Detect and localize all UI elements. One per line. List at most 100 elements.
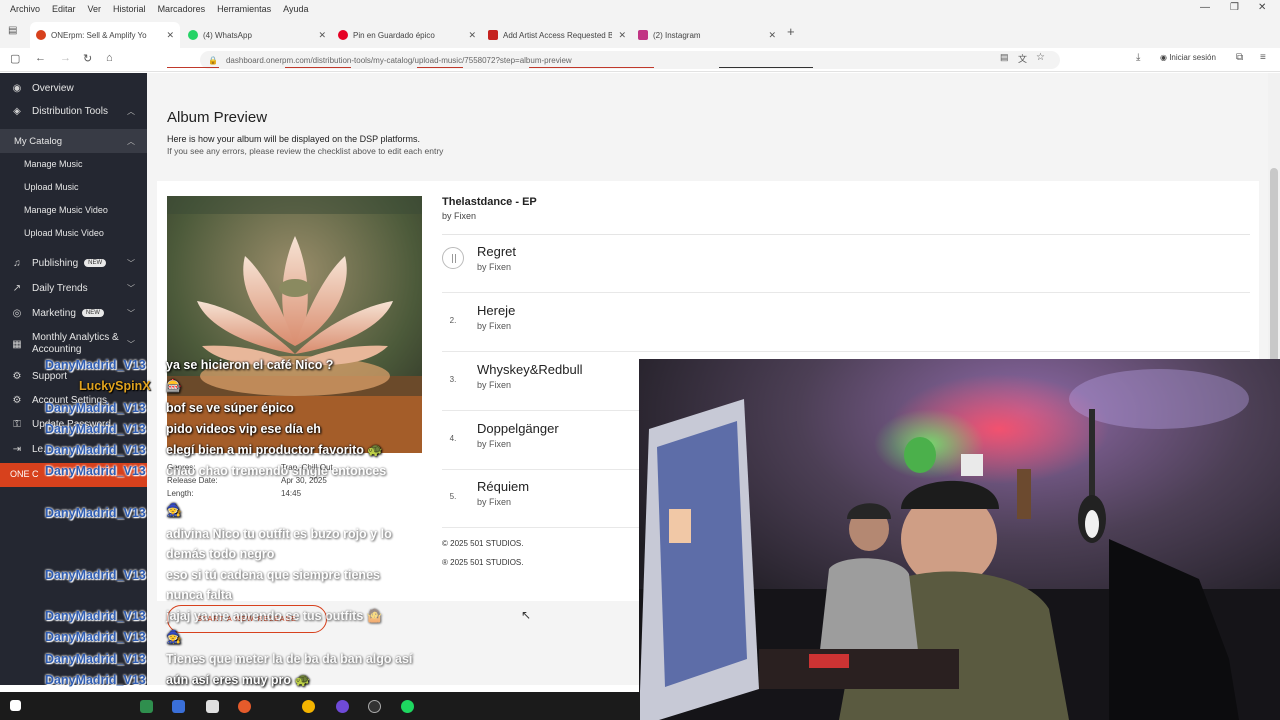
- checklist-link[interactable]: [417, 67, 463, 68]
- taskbar-app-icon[interactable]: [336, 700, 349, 713]
- sidebar-item-monthly-analytics[interactable]: ▦ Monthly Analytics & Accounting ﹀: [0, 330, 147, 358]
- sidebar-item-account-settings[interactable]: ⚙ Account Settings: [0, 391, 147, 409]
- extensions-icon[interactable]: ⧉: [1236, 52, 1243, 63]
- new-badge: NEW: [81, 309, 104, 317]
- album-title: Thelastdance - EP: [442, 196, 537, 208]
- close-tab-icon[interactable]: ✕: [768, 30, 776, 41]
- sidebar-toggle-icon[interactable]: ▢: [10, 52, 20, 65]
- chevron-down-icon: ﹀: [127, 339, 135, 349]
- checklist-link[interactable]: [167, 67, 219, 68]
- track-artist: by Fixen: [477, 439, 512, 449]
- lock-icon[interactable]: 🔒: [208, 56, 218, 65]
- taskbar-app-icon[interactable]: [140, 700, 153, 713]
- menu-tools[interactable]: Herramientas: [217, 4, 271, 14]
- chevron-down-icon: ﹀: [127, 308, 135, 318]
- close-window-icon[interactable]: ✕: [1258, 2, 1266, 13]
- translate-icon[interactable]: 文: [1018, 52, 1027, 65]
- webcam-overlay: [639, 359, 1280, 720]
- sidebar-item-label: Distribution Tools: [32, 105, 108, 117]
- onerpm-favicon-icon: [36, 30, 46, 40]
- sidebar-item-label: Account Settings: [32, 394, 108, 406]
- track-artist: by Fixen: [477, 380, 512, 390]
- firefox-icon[interactable]: [238, 700, 251, 713]
- key-icon: ⚿: [13, 418, 21, 430]
- reader-icon[interactable]: ▤: [1000, 52, 1009, 63]
- menu-help[interactable]: Ayuda: [283, 4, 308, 14]
- windows-start-icon[interactable]: [10, 700, 21, 711]
- distribution-icon: ◈: [13, 105, 21, 117]
- track-name: Réquiem: [477, 479, 530, 494]
- maximize-icon[interactable]: ❐: [1230, 2, 1239, 13]
- dashboard-icon: ◉: [12, 82, 22, 94]
- publishing-icon: ♫: [13, 257, 21, 269]
- start-new-release-button[interactable]: START A NEW RELEASE: [167, 605, 327, 633]
- menu-bookmarks[interactable]: Marcadores: [158, 4, 206, 14]
- track-row[interactable]: 2. Hereje by Fixen: [442, 294, 1250, 352]
- minimize-icon[interactable]: —: [1200, 2, 1210, 13]
- menu-hamburger-icon[interactable]: ≡: [1260, 52, 1266, 63]
- tab-whatsapp[interactable]: (4) WhatsApp ✕: [182, 22, 332, 48]
- checklist-link[interactable]: [285, 67, 351, 68]
- forward-icon[interactable]: →: [60, 52, 71, 64]
- sidebar-item-daily-trends[interactable]: ↗ Daily Trends ﹀: [0, 279, 147, 297]
- close-tab-icon[interactable]: ✕: [318, 30, 326, 41]
- pause-icon[interactable]: [442, 247, 464, 269]
- checklist-link[interactable]: [529, 67, 654, 68]
- tab-pinterest[interactable]: Pin en Guardado épico ✕: [332, 22, 482, 48]
- windows-taskbar: [0, 692, 640, 720]
- sidebar-item-support[interactable]: ⚙ Support: [0, 367, 147, 385]
- signin-button[interactable]: ◉ Iniciar sesión: [1160, 53, 1216, 62]
- menu-edit[interactable]: Editar: [52, 4, 76, 14]
- trends-icon: ↗: [12, 282, 22, 294]
- sidebar-item-upload-music-video[interactable]: Upload Music Video: [0, 225, 147, 241]
- menu-file[interactable]: Archivo: [10, 4, 40, 14]
- spotify-icon[interactable]: [401, 700, 414, 713]
- pinterest-favicon-icon: [338, 30, 348, 40]
- taskbar-app-icon[interactable]: [206, 700, 219, 713]
- album-artist: by Fixen: [442, 211, 477, 221]
- sidebar-item-logout[interactable]: ⇥ Le...: [0, 440, 147, 458]
- reload-icon[interactable]: ↻: [83, 52, 92, 65]
- sidebar-item-manage-music[interactable]: Manage Music: [0, 156, 147, 172]
- sidebar-item-publishing[interactable]: ♫ Publishing NEW ﹀: [0, 254, 147, 272]
- bookmark-star-icon[interactable]: ☆: [1036, 52, 1045, 63]
- copyright-line: © 2025 501 STUDIOS.: [442, 539, 524, 548]
- home-icon[interactable]: ⌂: [106, 52, 113, 64]
- tab-gmail[interactable]: Add Artist Access Requested By ✕: [482, 22, 632, 48]
- sidebar-item-overview[interactable]: ◉ Overview: [0, 79, 147, 97]
- sidebar-item-distribution-tools[interactable]: ◈ Distribution Tools ︿: [0, 102, 147, 120]
- sidebar-item-my-catalog[interactable]: My Catalog ︿: [0, 129, 147, 153]
- track-number: 3.: [449, 375, 457, 384]
- track-row[interactable]: Regret by Fixen: [442, 235, 1250, 293]
- sidebar-item-label: Upload Music Video: [24, 228, 104, 238]
- tab-list-icon[interactable]: ▤: [8, 25, 17, 36]
- taskbar-app-icon[interactable]: [172, 700, 185, 713]
- sidebar-item-label: Publishing: [32, 257, 79, 269]
- sidebar-item-manage-music-video[interactable]: Manage Music Video: [0, 202, 147, 218]
- menu-view[interactable]: Ver: [88, 4, 102, 14]
- divider: [442, 292, 1250, 293]
- sidebar-item-upload-music[interactable]: Upload Music: [0, 179, 147, 195]
- back-icon[interactable]: ←: [35, 52, 46, 64]
- new-tab-icon[interactable]: +: [787, 24, 795, 39]
- chrome-icon[interactable]: [302, 700, 315, 713]
- menu-history[interactable]: Historial: [113, 4, 146, 14]
- sidebar-item-label: Support: [32, 370, 68, 382]
- sidebar-item-update-password[interactable]: ⚿ Update Password: [0, 415, 147, 433]
- phonographic-copyright-line: ® 2025 501 STUDIOS.: [442, 558, 524, 567]
- sidebar-item-marketing[interactable]: ◎ Marketing NEW ﹀: [0, 304, 147, 322]
- brand-bar: ONE C: [0, 463, 147, 487]
- download-icon[interactable]: ⤓: [1136, 52, 1140, 63]
- tab-onerpm[interactable]: ONErpm: Sell & Amplify Yo ✕: [30, 22, 180, 48]
- close-tab-icon[interactable]: ✕: [166, 30, 174, 41]
- sidebar-item-label: Upload Music: [24, 182, 79, 192]
- close-tab-icon[interactable]: ✕: [468, 30, 476, 41]
- close-tab-icon[interactable]: ✕: [618, 30, 626, 41]
- chevron-up-icon: ︿: [127, 106, 135, 116]
- sidebar-item-label: Monthly Analytics & Accounting: [32, 332, 119, 355]
- checklist-link[interactable]: [719, 67, 813, 68]
- new-badge: NEW: [84, 259, 107, 267]
- obs-icon[interactable]: [368, 700, 381, 713]
- tab-instagram[interactable]: (2) Instagram ✕: [632, 22, 782, 48]
- track-number: 5.: [449, 492, 457, 501]
